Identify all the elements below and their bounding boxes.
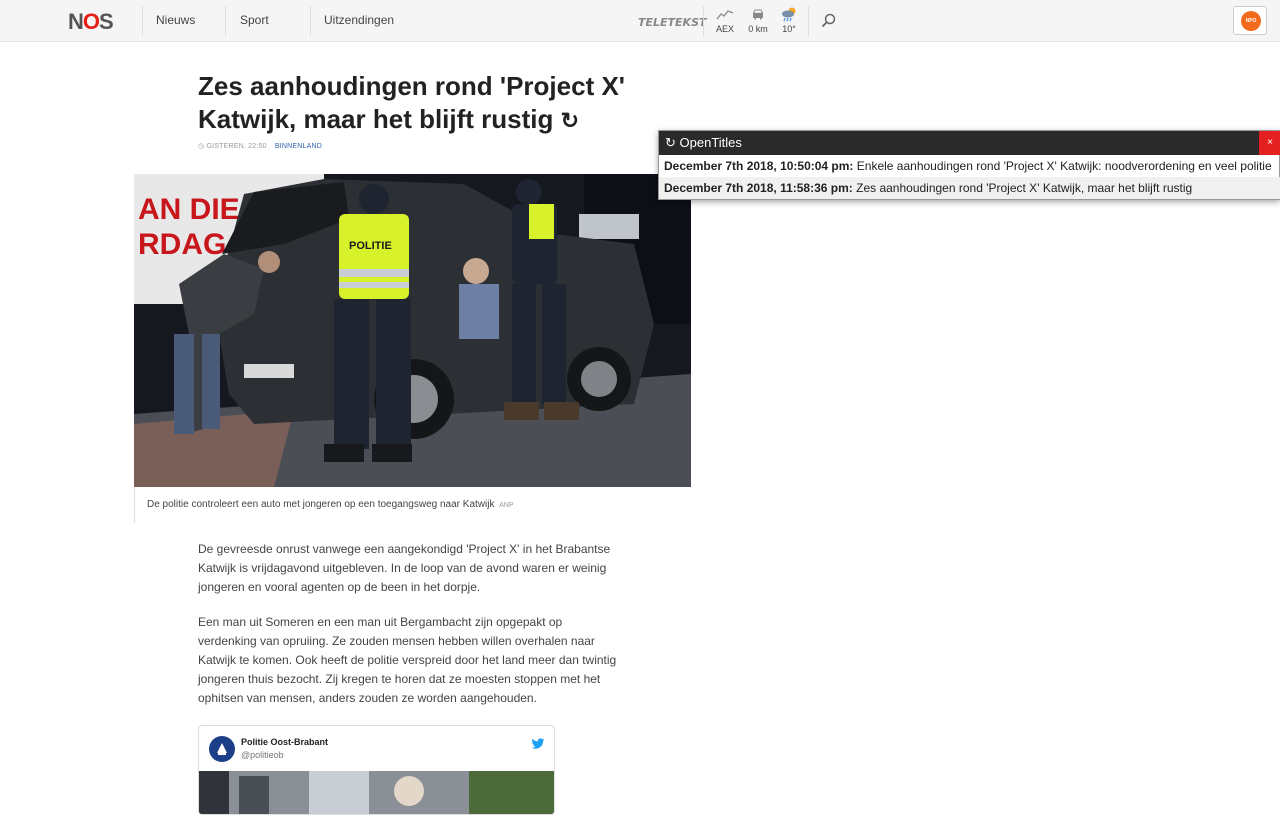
nav-divider xyxy=(225,6,226,36)
clock-icon: ◷ xyxy=(198,143,205,150)
title-history-row: December 7th 2018, 10:50:04 pm: Enkele a… xyxy=(659,155,1280,177)
caption-text: De politie controleert een auto met jong… xyxy=(147,499,495,510)
history-title: Zes aanhoudingen rond 'Project X' Katwij… xyxy=(856,181,1193,195)
police-scene-image: AN DIE S RDAG DEA POLITIE xyxy=(134,174,691,487)
npo-button[interactable]: NPO xyxy=(1233,6,1267,35)
traffic-label: 0 km xyxy=(748,24,768,34)
weather-widget[interactable]: 10° xyxy=(769,6,809,34)
article-photo: AN DIE S RDAG DEA POLITIE xyxy=(134,174,691,487)
avatar[interactable] xyxy=(209,736,235,762)
caption-line: De politie controleert een auto met jong… xyxy=(147,499,514,510)
twitter-bird-icon[interactable] xyxy=(531,738,545,750)
article-timestamp: GISTEREN, 22:50 xyxy=(206,143,267,150)
tweet-author-handle[interactable]: @politieob xyxy=(241,750,284,760)
nav-item-nieuws[interactable]: Nieuws xyxy=(156,13,195,27)
tweet-author-name[interactable]: Politie Oost-Brabant xyxy=(241,737,328,747)
car-icon xyxy=(753,9,763,20)
close-button[interactable]: × xyxy=(1259,131,1280,155)
tweet-photo[interactable] xyxy=(199,771,554,814)
logo-letter-s: S xyxy=(99,9,114,34)
aex-label: AEX xyxy=(715,24,734,34)
npo-logo-icon: NPO xyxy=(1241,11,1261,31)
logo-letter-o: O xyxy=(82,9,100,34)
history-date: December 7th 2018, 10:50:04 pm: xyxy=(664,159,854,173)
search-icon[interactable] xyxy=(820,12,838,30)
nav-item-sport[interactable]: Sport xyxy=(240,13,269,27)
history-title: Enkele aanhoudingen rond 'Project X' Kat… xyxy=(856,159,1272,173)
top-navigation: NOS Nieuws Sport Uitzendingen TELETEKST … xyxy=(0,0,1280,42)
history-icon[interactable]: ↻ xyxy=(561,108,579,133)
caption-credit: ANP xyxy=(499,502,514,509)
article-paragraph: Een man uit Someren en een man uit Berga… xyxy=(198,615,617,705)
police-logo-icon xyxy=(217,743,227,755)
nav-divider xyxy=(310,6,311,36)
title-history-row: December 7th 2018, 11:58:36 pm: Zes aanh… xyxy=(659,177,1280,199)
photo-caption: De politie controleert een auto met jong… xyxy=(134,487,691,523)
embedded-tweet[interactable]: Politie Oost-Brabant @politieob xyxy=(198,725,555,815)
tweet-photo-image xyxy=(199,771,554,814)
nav-item-uitzendingen[interactable]: Uitzendingen xyxy=(324,13,394,27)
article-meta: ◷ GISTEREN, 22:50 BINNENLAND xyxy=(198,142,322,150)
nos-logo[interactable]: NOS xyxy=(68,9,114,35)
opentitles-title: ↻ OpenTitles xyxy=(665,135,742,151)
history-date: December 7th 2018, 11:58:36 pm: xyxy=(664,181,853,195)
weather-label: 10° xyxy=(782,24,796,34)
opentitles-header: ↻ OpenTitles × xyxy=(659,131,1280,155)
opentitles-panel: ↻ OpenTitles × December 7th 2018, 10:50:… xyxy=(658,130,1280,200)
opentitles-title-text: OpenTitles xyxy=(679,135,742,150)
police-vest-label: POLITIE xyxy=(349,240,392,252)
nav-divider xyxy=(808,6,809,36)
nav-divider xyxy=(142,6,143,36)
weather-icon xyxy=(782,7,796,22)
article-category-link[interactable]: BINNENLAND xyxy=(275,143,322,150)
article-title: Zes aanhoudingen rond 'Project X' Katwij… xyxy=(198,70,628,137)
history-icon: ↻ xyxy=(665,135,676,150)
article-paragraph: De gevreesde onrust vanwege een aangekon… xyxy=(198,542,611,594)
chart-icon xyxy=(716,10,734,20)
teletekst-link[interactable]: TELETEKST xyxy=(638,16,707,29)
nav-divider xyxy=(703,6,704,36)
logo-letter-n: N xyxy=(68,9,84,34)
